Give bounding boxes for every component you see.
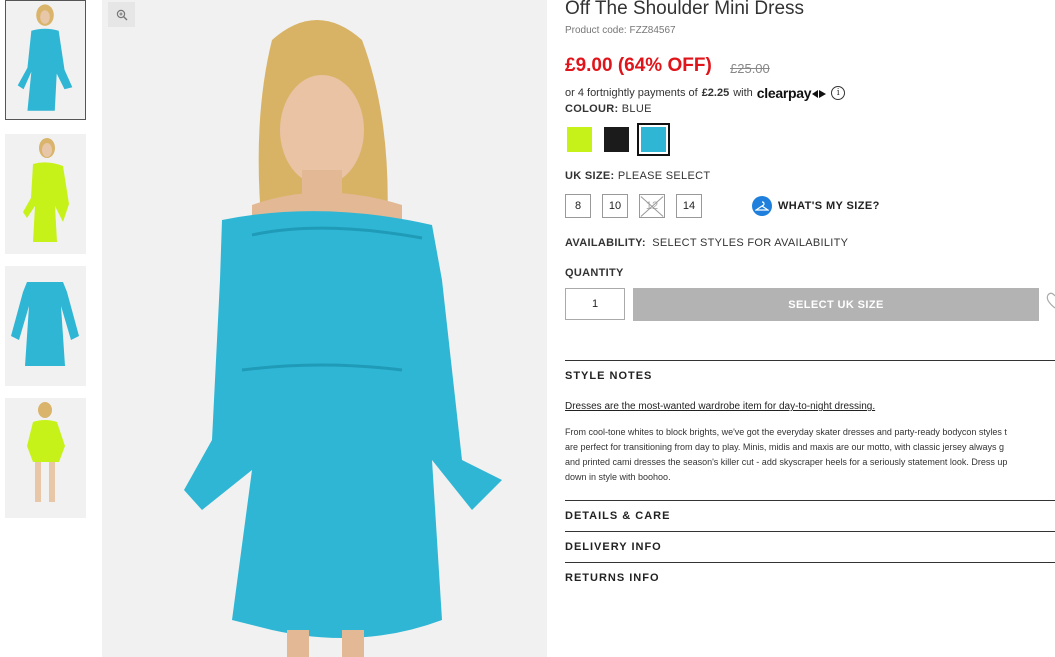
availability-row: AVAILABILITY: SELECT STYLES FOR AVAILABI… <box>565 237 848 249</box>
style-notes-line: down in style with boohoo. <box>565 472 671 482</box>
size-value: PLEASE SELECT <box>617 170 711 182</box>
colour-value: BLUE <box>621 103 652 115</box>
thumbnail-3[interactable] <box>5 266 86 386</box>
divider <box>565 531 1055 532</box>
clearpay-arrows-icon <box>812 90 827 99</box>
thumbnail-image <box>6 1 85 119</box>
whats-my-size-link[interactable]: WHAT'S MY SIZE? <box>752 196 880 216</box>
main-product-image[interactable] <box>102 0 547 657</box>
size-8[interactable]: 8 <box>565 194 591 218</box>
size-14[interactable]: 14 <box>676 194 702 218</box>
thumbnail-2[interactable] <box>5 134 86 254</box>
clearpay-logo: clearpay <box>757 85 827 101</box>
zoom-button[interactable] <box>108 2 135 27</box>
sale-price: £9.00 (64% OFF) <box>565 55 712 76</box>
availability-value: SELECT STYLES FOR AVAILABILITY <box>652 237 849 249</box>
clearpay-logo-text: clearpay <box>756 85 812 101</box>
quantity-label: QUANTITY <box>565 267 624 279</box>
payments-amount: £2.25 <box>701 87 730 99</box>
divider <box>565 562 1055 563</box>
colour-label: COLOUR: BLUE <box>565 103 652 115</box>
add-to-bag-button[interactable]: SELECT UK SIZE <box>633 288 1039 321</box>
style-notes-heading[interactable]: STYLE NOTES <box>565 370 652 382</box>
original-price: £25.00 <box>730 61 770 76</box>
wishlist-heart-icon[interactable] <box>1045 290 1055 310</box>
zoom-icon <box>116 9 127 20</box>
divider <box>565 360 1055 361</box>
payments-prefix: or 4 fortnightly payments of <box>565 87 698 99</box>
swatch-black[interactable] <box>604 127 629 152</box>
style-notes-lead: Dresses are the most-wanted wardrobe ite… <box>565 401 876 412</box>
details-care-accordion[interactable]: DETAILS & CARE <box>565 510 670 522</box>
whats-my-size-label: WHAT'S MY SIZE? <box>778 200 880 212</box>
model-photo <box>102 0 547 657</box>
thumbnail-image <box>5 134 86 254</box>
style-notes-line: From cool-tone whites to block brights, … <box>565 427 1007 437</box>
size-12: 12 <box>639 194 665 218</box>
product-code: Product code: FZZ84567 <box>565 25 676 36</box>
style-notes-body: From cool-tone whites to block brights, … <box>565 425 1055 485</box>
size-10[interactable]: 10 <box>602 194 628 218</box>
availability-label: AVAILABILITY: <box>565 237 646 249</box>
colour-swatches <box>567 123 670 156</box>
product-title: Off The Shoulder Mini Dress <box>565 0 805 19</box>
size-label: UK SIZE: PLEASE SELECT <box>565 170 710 182</box>
info-icon[interactable]: i <box>831 86 846 100</box>
delivery-info-accordion[interactable]: DELIVERY INFO <box>565 541 662 553</box>
quantity-input[interactable]: 1 <box>565 288 625 320</box>
size-options: 8 10 12 14 <box>565 194 702 218</box>
clearpay-message: or 4 fortnightly payments of £2.25 with … <box>565 85 846 101</box>
thumbnail-4[interactable] <box>5 398 86 518</box>
thumbnail-image <box>5 266 86 386</box>
size-label-text: UK SIZE: <box>565 170 615 182</box>
hanger-icon <box>752 196 772 216</box>
style-notes-line: and printed cami dresses the season's ki… <box>565 457 1008 467</box>
thumbnail-1[interactable] <box>5 0 86 120</box>
returns-info-accordion[interactable]: RETURNS INFO <box>565 572 660 584</box>
colour-label-text: COLOUR: <box>565 103 619 115</box>
divider <box>565 500 1055 501</box>
payments-with: with <box>733 87 753 99</box>
style-notes-line: are perfect for transitioning from day t… <box>565 442 1005 452</box>
quantity-label-text: QUANTITY <box>565 267 624 279</box>
thumbnail-image <box>5 398 86 518</box>
swatch-neon-lime[interactable] <box>567 127 592 152</box>
swatch-blue[interactable] <box>637 123 670 156</box>
